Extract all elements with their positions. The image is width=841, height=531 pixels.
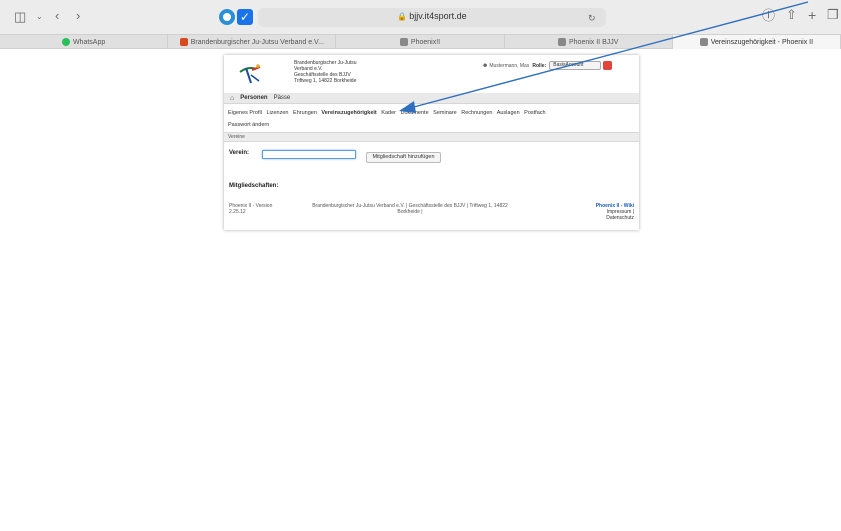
page-icon [399, 38, 408, 46]
content-card: Brandenburgischer Ju-Jutsu Verband e.V. … [224, 55, 639, 230]
reload-icon[interactable]: ↻ [588, 11, 596, 25]
tab-overview-icon[interactable]: ❐ [827, 8, 839, 22]
page-icon [558, 38, 566, 46]
forward-icon[interactable]: › [76, 9, 80, 23]
nav-paesse[interactable]: Pässe [274, 95, 291, 101]
tab-whatsapp[interactable]: WhatsApp [0, 35, 169, 49]
tab-bjjv[interactable]: Brandenburgischer Ju-Jutsu Verband e.V..… [168, 35, 337, 49]
chevron-down-icon[interactable]: ⌄ [36, 10, 43, 24]
footer-links: Phoenix II - Wiki Impressum | Datenschut… [554, 203, 634, 221]
address-bar[interactable]: 🔒 bjjv.it4sport.de ↻ [258, 8, 606, 27]
whatsapp-icon [61, 38, 70, 46]
tab-phoenix[interactable]: Phoenix!I [336, 35, 505, 49]
tab-phoenix-bjjv[interactable]: Phoenix II BJJV [505, 35, 673, 49]
main-nav: ⌂ Personen Pässe [224, 93, 639, 104]
share-icon[interactable]: ⇧ [786, 8, 797, 22]
url-text: bjjv.it4sport.de [409, 11, 467, 21]
verein-label: Verein: [229, 150, 250, 156]
bjjv-logo-icon [239, 64, 261, 84]
role-label: Rolle: [532, 62, 547, 69]
subnav-kader[interactable]: Kader [381, 110, 396, 116]
section-title: Vereine [224, 132, 639, 142]
subnav-rechnungen[interactable]: Rechnungen [461, 110, 492, 116]
browser-window: ◫ ⌄ ‹ › ✓ 🔒 bjjv.it4sport.de ↻ ⓘ ⇧ + ❐ Wh… [0, 0, 841, 531]
home-icon[interactable]: ⌂ [230, 95, 234, 102]
checkbox-extension-icon[interactable]: ✓ [237, 9, 253, 25]
bjjv-icon [179, 38, 188, 46]
footer-version: Phoenix II - Version 2.25.12 [229, 203, 273, 215]
user-icon: ☻ [482, 62, 489, 69]
browser-toolbar: ◫ ⌄ ‹ › ✓ 🔒 bjjv.it4sport.de ↻ ⓘ ⇧ + ❐ [0, 0, 841, 34]
subnav-postfach[interactable]: Postfach [524, 110, 545, 116]
back-icon[interactable]: ‹ [55, 9, 59, 23]
sub-nav: Eigenes Profil Lizenzen Ehrungen Vereins… [228, 107, 633, 131]
datenschutz-link[interactable]: Datenschutz [554, 215, 634, 221]
user-area: ☻ Mustermann, Max Rolle: BasisAccount [482, 61, 613, 70]
page-icon [699, 38, 708, 46]
subnav-vereinszugehoerigkeit[interactable]: Vereinszugehörigkeit [321, 110, 376, 116]
subnav-auslagen[interactable]: Auslagen [497, 110, 520, 116]
lock-icon: 🔒 [397, 12, 408, 21]
org-address: Brandenburgischer Ju-Jutsu Verband e.V. … [294, 60, 357, 84]
verein-input[interactable] [262, 150, 356, 159]
footer-address: Brandenburgischer Ju-Jutsu Verband e.V. … [312, 203, 508, 215]
user-name[interactable]: Mustermann, Max [489, 63, 529, 69]
subnav-dokumente[interactable]: Dokumente [401, 110, 429, 116]
add-membership-button[interactable]: Mitgliedschaft hinzufügen [366, 152, 441, 163]
subnav-lizenzen[interactable]: Lizenzen [266, 110, 288, 116]
nav-personen[interactable]: Personen [240, 95, 267, 101]
role-select[interactable]: BasisAccount [549, 61, 602, 70]
subnav-seminare[interactable]: Seminare [433, 110, 457, 116]
download-icon[interactable]: ⓘ [762, 9, 775, 23]
new-tab-icon[interactable]: + [808, 8, 816, 22]
logout-icon[interactable] [603, 61, 613, 70]
tab-vereinszugehoerigkeit[interactable]: Vereinszugehörigkeit - Phoenix II [672, 35, 841, 49]
extension-icon[interactable] [219, 9, 235, 25]
memberships-heading: Mitgliedschaften: [229, 183, 279, 189]
subnav-eigenes-profil[interactable]: Eigenes Profil [228, 110, 262, 116]
tab-bar: WhatsApp Brandenburgischer Ju-Jutsu Verb… [0, 34, 841, 49]
sidebar-toggle-icon[interactable]: ◫ [14, 10, 26, 24]
subnav-ehrungen[interactable]: Ehrungen [293, 110, 317, 116]
subnav-passwort-aendern[interactable]: Passwort ändern [228, 122, 269, 128]
